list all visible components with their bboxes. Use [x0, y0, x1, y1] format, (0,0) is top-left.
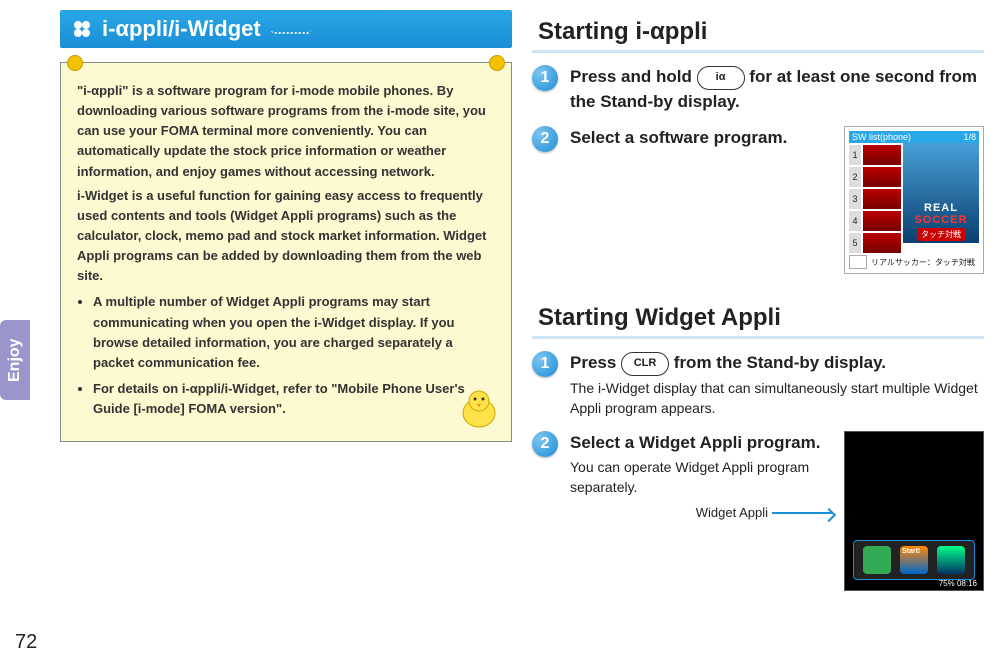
step-number: 2 [532, 126, 558, 152]
app-title: REAL [924, 202, 958, 214]
screenshot-footer: リアルサッカー：タッチ対戦 [849, 255, 979, 269]
section-banner: i-αppli/i-Widget [60, 10, 512, 48]
pin-icon [489, 55, 505, 71]
step: 1 Press and hold iα for at least one sec… [532, 65, 984, 114]
key-clr-icon: CLR [621, 352, 669, 376]
list-index: 4 [849, 211, 861, 231]
callout: Widget Appli [570, 504, 832, 523]
list-index: 2 [849, 167, 861, 187]
page: Enjoy 72 i-αppli/i-Widget "i-αppli" is a… [0, 0, 1004, 662]
widget-percent: 75% [939, 579, 955, 588]
app-thumb [863, 189, 901, 209]
widget-icon [937, 546, 965, 574]
page-number: 72 [15, 631, 37, 654]
app-thumb [863, 233, 901, 253]
clover-icon [72, 19, 92, 39]
app-thumb [863, 211, 901, 231]
step-text: Press and hold [570, 67, 697, 86]
info-paragraph: "i-αppli" is a software program for i-mo… [77, 81, 495, 182]
step-body: Press CLR from the Stand-by display. The… [570, 351, 984, 418]
list-index: 3 [849, 189, 861, 209]
chick-icon [457, 387, 501, 431]
step-description: You can operate Widget Appli program sep… [570, 457, 832, 498]
screenshot-header-right: 1/8 [963, 132, 976, 142]
step-body: Press and hold iα for at least one secon… [570, 65, 984, 114]
step-text: Select a Widget Appli program. [570, 431, 832, 456]
widget-icon: Start! [900, 546, 928, 574]
screenshot-header: SW list(phone) 1/8 [849, 131, 979, 143]
screenshot-header-left: SW list(phone) [852, 132, 911, 142]
info-box: "i-αppli" is a software program for i-mo… [60, 62, 512, 442]
step: 2 Select a software program. SW list(pho… [532, 126, 984, 274]
app-title: SOCCER [914, 214, 967, 226]
callout-label: Widget Appli [696, 504, 768, 523]
right-column: Starting i-αppli 1 Press and hold iα for… [532, 10, 984, 652]
pin-icon [67, 55, 83, 71]
side-tab-enjoy: Enjoy [0, 320, 30, 400]
phone-screenshot-widget: Start! 75% 08:16 [844, 431, 984, 591]
step: 1 Press CLR from the Stand-by display. T… [532, 351, 984, 418]
phone-screenshot-swlist: SW list(phone) 1/8 1 2 3 4 5 REAL SOCCER… [844, 126, 984, 274]
app-preview: REAL SOCCER タッチ対戦 [903, 143, 979, 243]
book-icon [849, 255, 867, 269]
key-ialpha-icon: iα [697, 66, 745, 90]
step-body: Select a Widget Appli program. You can o… [570, 431, 832, 523]
widget-icon [863, 546, 891, 574]
app-subtitle: タッチ対戦 [917, 228, 965, 241]
widget-start-label: Start! [902, 548, 920, 555]
step-text: Press [570, 353, 621, 372]
list-index: 1 [849, 145, 861, 165]
section-heading-start-iappli: Starting i-αppli [532, 14, 984, 53]
widget-time: 08:16 [957, 579, 977, 588]
info-bullet-list: A multiple number of Widget Appli progra… [77, 292, 495, 419]
step-number: 1 [532, 65, 558, 91]
widget-status: 75% 08:16 [939, 579, 977, 588]
wave-decoration [271, 24, 311, 34]
step-number: 1 [532, 351, 558, 377]
app-thumb [863, 167, 901, 187]
callout-arrow-icon [772, 512, 832, 514]
left-column: i-αppli/i-Widget "i-αppli" is a software… [60, 10, 512, 652]
app-thumb [863, 145, 901, 165]
step-text: Select a software program. [570, 126, 832, 151]
step-description: The i-Widget display that can simultaneo… [570, 378, 984, 419]
banner-title: i-αppli/i-Widget [102, 16, 261, 42]
screenshot-footer-text: リアルサッカー：タッチ対戦 [871, 257, 975, 268]
info-bullet: A multiple number of Widget Appli progra… [93, 292, 495, 373]
step-body: Select a software program. [570, 126, 832, 151]
info-paragraph: i-Widget is a useful function for gainin… [77, 186, 495, 287]
step: 2 Select a Widget Appli program. You can… [532, 431, 984, 591]
list-index: 5 [849, 233, 861, 253]
widget-tray: Start! [853, 540, 975, 580]
step-number: 2 [532, 431, 558, 457]
section-heading-start-widget: Starting Widget Appli [532, 300, 984, 339]
step-text: from the Stand-by display. [674, 353, 886, 372]
info-bullet: For details on i-αppli/i-Widget, refer t… [93, 379, 495, 419]
